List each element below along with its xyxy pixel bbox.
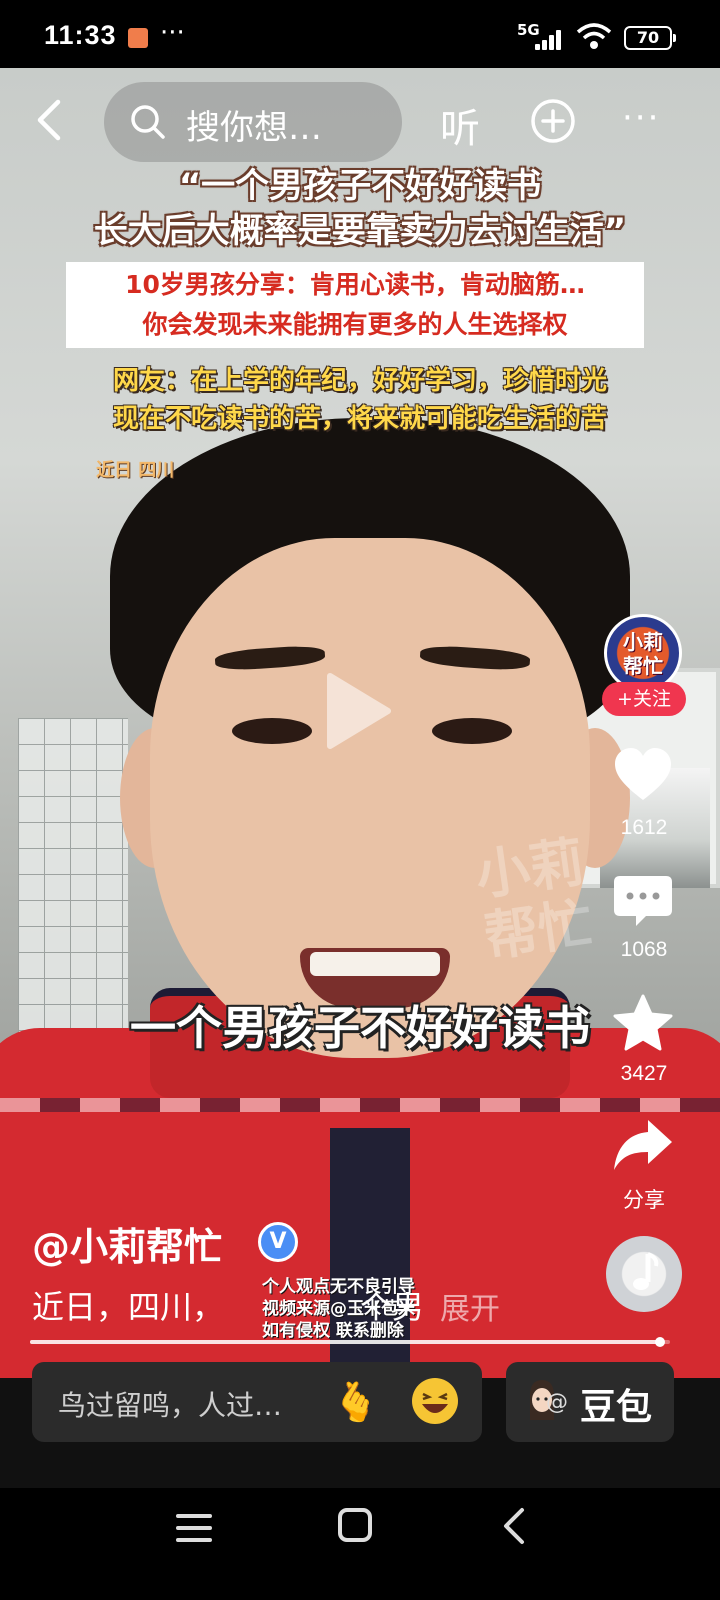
share-label[interactable]: 分享 [604,1184,684,1214]
caption-box: 10岁男孩分享：肯用心读书，肯动脑筋… 你会发现未来能拥有更多的人生选择权 [66,262,644,348]
recent-apps-icon[interactable] [176,1512,212,1544]
system-back-icon[interactable] [498,1506,528,1546]
like-count: 1612 [620,816,668,839]
caption-line: 现在不吃读书的苦，将来就可能吃生活的苦 [112,404,607,434]
heart-hand-icon[interactable]: 🫰 [332,1380,379,1425]
music-disc[interactable] [606,1236,682,1312]
top-nav: 搜你想… 听 ··· [0,82,720,162]
comment-caption: 网友：在上学的年纪，好好学习，珍惜时光 现在不吃读书的苦，将来就可能吃生活的苦 [56,362,664,438]
author-name[interactable]: @小莉帮忙 [32,1216,222,1271]
watermark: 小莉 帮忙 [472,830,597,969]
doubao-label: 豆包 [580,1387,653,1428]
home-icon[interactable] [338,1508,372,1542]
boy-eye [432,718,512,744]
caption-line: 10岁男孩分享：肯用心读书，肯动脑筋… [125,270,585,299]
add-icon[interactable] [530,98,576,144]
search-placeholder: 搜你想… [186,108,322,148]
star-icon[interactable] [612,994,674,1052]
caption-line: 网友：在上学的年纪，好好学习，珍惜时光 [112,366,607,396]
author-avatar[interactable]: 小莉 帮忙 [604,614,682,692]
status-time: 11:33 [44,20,117,50]
avatar-text: 帮忙 [623,654,663,678]
video-progress-bar[interactable] [30,1337,670,1347]
post-description-tail: 个男 [360,1288,425,1326]
shopping-bag-icon [128,28,148,48]
search-input[interactable]: 搜你想… [104,82,402,162]
boy-teeth [310,952,440,976]
battery-icon: 70 [624,26,676,50]
share-icon[interactable] [612,1116,674,1174]
watermark-line: 帮忙 [480,891,597,969]
doubao-at: @ [546,1390,568,1415]
search-icon [131,105,165,139]
comment-input[interactable]: 鸟过留鸣，人过… 🫰 [32,1362,482,1442]
video-headline: “一个男孩子不好好读书 长大后大概率是要靠卖力去讨生活” [0,164,720,254]
comment-icon[interactable] [612,872,674,930]
more-notifications-icon: ··· [160,18,185,48]
back-arrow-icon[interactable] [28,98,72,142]
verified-icon: V [258,1222,298,1262]
boy-eye [232,718,312,744]
music-note-icon [633,1252,659,1290]
wifi-icon [576,23,612,49]
progress-knob[interactable] [655,1337,665,1347]
laugh-emoji-icon[interactable] [412,1378,458,1424]
signal-icon [535,28,567,50]
post-description[interactable]: 近日，四川， [32,1282,224,1328]
favorite-count: 3427 [620,1062,668,1085]
comment-placeholder: 鸟过留鸣，人过… [58,1389,283,1422]
system-nav-bar [0,1488,720,1600]
avatar-text: 小莉 [623,630,663,654]
headline-line: 长大后大概率是要靠卖力去讨生活” [93,211,627,251]
progress-fill [30,1340,660,1344]
more-icon[interactable]: ··· [622,98,660,138]
location-tag: 近日 四川 [96,460,175,481]
caption-line: 你会发现未来能拥有更多的人生选择权 [142,310,568,339]
comment-count: 1068 [620,938,668,961]
heart-icon[interactable] [612,746,674,804]
headline-line: “一个男孩子不好好读书 [178,166,542,206]
expand-button[interactable]: 展开 [440,1284,500,1328]
listen-button[interactable]: 听 [440,96,480,154]
play-icon[interactable] [322,670,394,752]
shirt-stripes [0,1098,720,1112]
follow-button[interactable]: +关注 [602,682,686,716]
status-bar: 11:33 ··· 5G 70 [0,0,720,68]
doubao-button[interactable]: @ 豆包 [506,1362,674,1442]
